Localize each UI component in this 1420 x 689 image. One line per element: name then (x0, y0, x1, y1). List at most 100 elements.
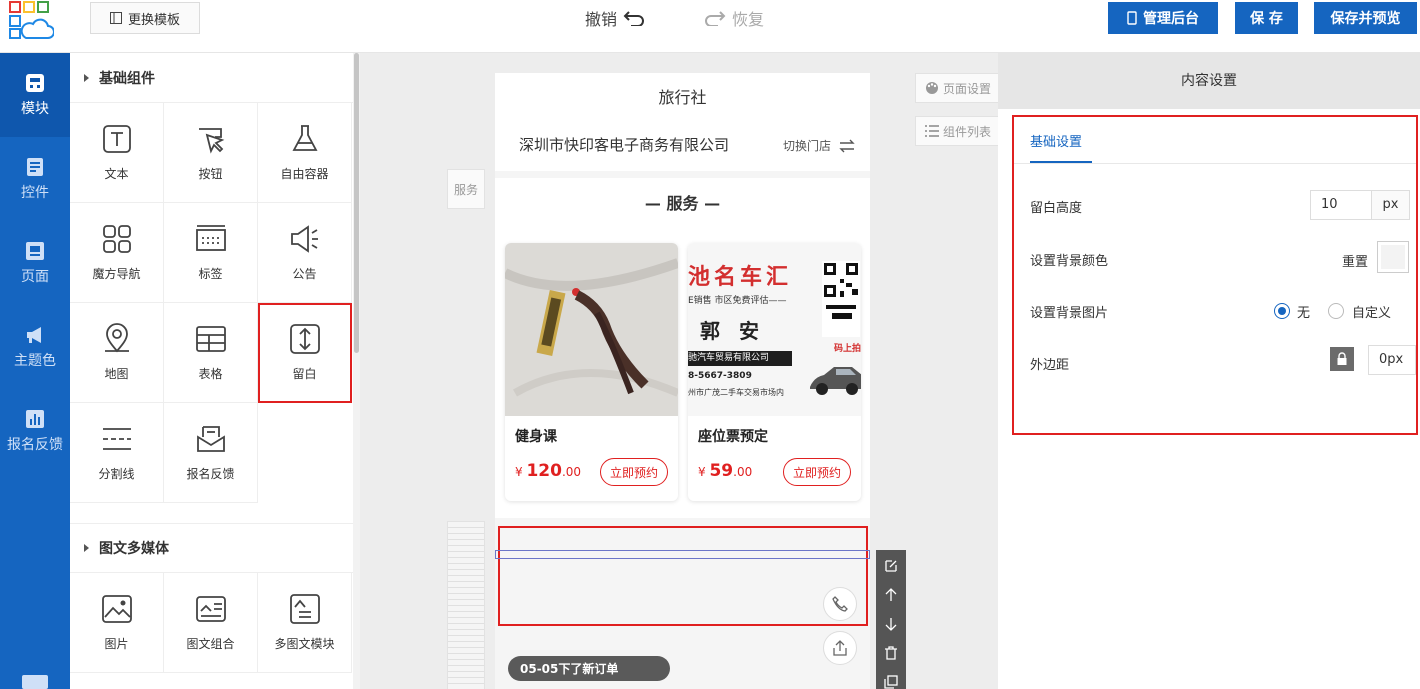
book-now-button[interactable]: 立即预约 (783, 458, 851, 486)
component-list-button[interactable]: 组件列表 (915, 116, 1001, 146)
nav-item-feedback[interactable]: 报名反馈 (0, 389, 70, 473)
component-tag[interactable]: 标签 (164, 203, 258, 303)
nav-item-control[interactable]: 控件 (0, 137, 70, 221)
component-label: 留白 (292, 367, 317, 381)
component-label: 报名反馈 (186, 467, 235, 481)
service-card[interactable]: 健身课 ¥ 120.00 立即预约 (505, 243, 678, 501)
nav-item-theme[interactable]: 主题色 (0, 305, 70, 389)
price-decimal: .00 (733, 465, 753, 479)
service-module[interactable]: — 服务 — 健身课 ¥ 120.00 立即预约 池名车汇 E销售 市区免费评估… (495, 178, 870, 518)
control-icon (27, 158, 43, 176)
component-text[interactable]: 文本 (70, 103, 164, 203)
business-card-image: 池名车汇 E销售 市区免费评估—— 郭 安 驰汽车贸易有限公司 8-5667-3… (688, 243, 861, 416)
component-panel: 基础组件 文本 按钮 自由容器 魔方导航 标签 公告 地图 表格 留白 分割线 … (70, 53, 353, 689)
panel-scrollbar[interactable] (353, 53, 360, 689)
component-label: 图文组合 (186, 637, 235, 651)
qr-code-icon (822, 261, 860, 337)
page-settings-button[interactable]: 页面设置 (915, 73, 1001, 103)
switch-store-label: 切换门店 (783, 139, 832, 153)
service-title: — 服务 — (644, 194, 721, 213)
undo-button[interactable]: 撤销 (585, 6, 645, 30)
component-multi-image-text[interactable]: 多图文模块 (258, 573, 352, 673)
component-map[interactable]: 地图 (70, 303, 164, 403)
move-up-icon[interactable] (881, 585, 901, 604)
book-now-button[interactable]: 立即预约 (600, 458, 668, 486)
image-text: 8-5667-3809 (688, 371, 752, 381)
reset-color-button[interactable]: 重置 (1342, 251, 1368, 270)
share-button[interactable] (823, 631, 857, 665)
chart-icon (26, 410, 44, 428)
module-side-tag[interactable]: 服务 (447, 169, 485, 209)
share-icon (833, 640, 847, 656)
height-input[interactable]: 10 (1310, 190, 1372, 220)
section-media[interactable]: 图文多媒体 (70, 523, 353, 573)
admin-label: 管理后台 (1143, 11, 1199, 27)
blank-space-selection[interactable] (498, 526, 868, 626)
swap-icon (839, 139, 855, 152)
margin-input[interactable]: 0px (1368, 345, 1416, 375)
bg-color-picker[interactable] (1377, 241, 1409, 273)
copy-icon[interactable] (881, 673, 901, 689)
image-text: 码上拍 (834, 344, 861, 354)
vertical-arrows-icon (289, 324, 320, 354)
image-text: 州市广茂二手车交易市场内 (688, 388, 784, 397)
redo-label: 恢复 (732, 10, 765, 29)
store-bar: 深圳市快印客电子商务有限公司 切换门店 (495, 123, 870, 171)
component-list-label: 组件列表 (942, 124, 991, 139)
bookmark-tassel-image (505, 243, 678, 416)
tab-basic-settings[interactable]: 基础设置 (1030, 131, 1082, 150)
module-toolbar (876, 550, 906, 689)
component-cube-nav[interactable]: 魔方导航 (70, 203, 164, 303)
bg-image-none-label: 无 (1297, 306, 1311, 321)
save-preview-button[interactable]: 保存并预览 (1314, 2, 1417, 34)
component-label: 文本 (104, 167, 129, 181)
service-name: 健身课 (515, 429, 557, 445)
height-unit: px (1371, 190, 1410, 220)
bg-color-label: 设置背景颜色 (1030, 254, 1109, 269)
scrollbar-thumb[interactable] (354, 53, 359, 353)
image-text: E销售 市区免费评估—— (688, 296, 787, 306)
component-blank-space[interactable]: 留白 (258, 303, 352, 403)
admin-button[interactable]: 管理后台 (1108, 2, 1218, 34)
margin-lock-button[interactable] (1330, 347, 1354, 371)
change-template-button[interactable]: 更换模板 (90, 2, 200, 34)
template-icon (109, 12, 122, 24)
switch-store-button[interactable]: 切换门店 (783, 137, 855, 154)
divider-icon (102, 428, 131, 450)
component-notice[interactable]: 公告 (258, 203, 352, 303)
component-image-text[interactable]: 图文组合 (164, 573, 258, 673)
save-button[interactable]: 保 存 (1235, 2, 1298, 34)
component-button[interactable]: 按钮 (164, 103, 258, 203)
phone-call-button[interactable] (823, 587, 857, 621)
margin-label: 外边距 (1030, 358, 1070, 373)
nav-item-module[interactable]: 模块 (0, 53, 70, 137)
app-logo (9, 1, 54, 39)
nav-item-page[interactable]: 页面 (0, 221, 70, 305)
cursor-button-icon (198, 128, 224, 154)
component-divider[interactable]: 分割线 (70, 403, 164, 503)
redo-button[interactable]: 恢复 (704, 6, 764, 30)
palette-icon (925, 82, 938, 94)
service-card[interactable]: 池名车汇 E销售 市区免费评估—— 郭 安 驰汽车贸易有限公司 8-5667-3… (688, 243, 861, 501)
height-label: 留白高度 (1030, 201, 1083, 216)
component-label: 按钮 (198, 167, 223, 181)
component-label: 公告 (292, 267, 317, 281)
edit-icon[interactable] (881, 556, 901, 575)
bg-image-custom-radio[interactable] (1328, 303, 1344, 319)
price-integer: 120 (526, 461, 562, 481)
move-down-icon[interactable] (881, 614, 901, 633)
tag-icon (195, 225, 226, 251)
section-basic[interactable]: 基础组件 (70, 53, 353, 103)
bg-color-swatch (1381, 245, 1405, 269)
component-table[interactable]: 表格 (164, 303, 258, 403)
list-icon (924, 125, 939, 137)
component-free-container[interactable]: 自由容器 (258, 103, 352, 203)
lock-icon (1337, 352, 1347, 365)
component-image[interactable]: 图片 (70, 573, 164, 673)
phone-icon (832, 596, 848, 612)
component-feedback[interactable]: 报名反馈 (164, 403, 258, 503)
service-name: 座位票预定 (698, 429, 768, 445)
bg-image-none-radio[interactable] (1274, 303, 1290, 319)
service-price: ¥ 59.00 (698, 461, 752, 481)
delete-icon[interactable] (881, 644, 901, 663)
